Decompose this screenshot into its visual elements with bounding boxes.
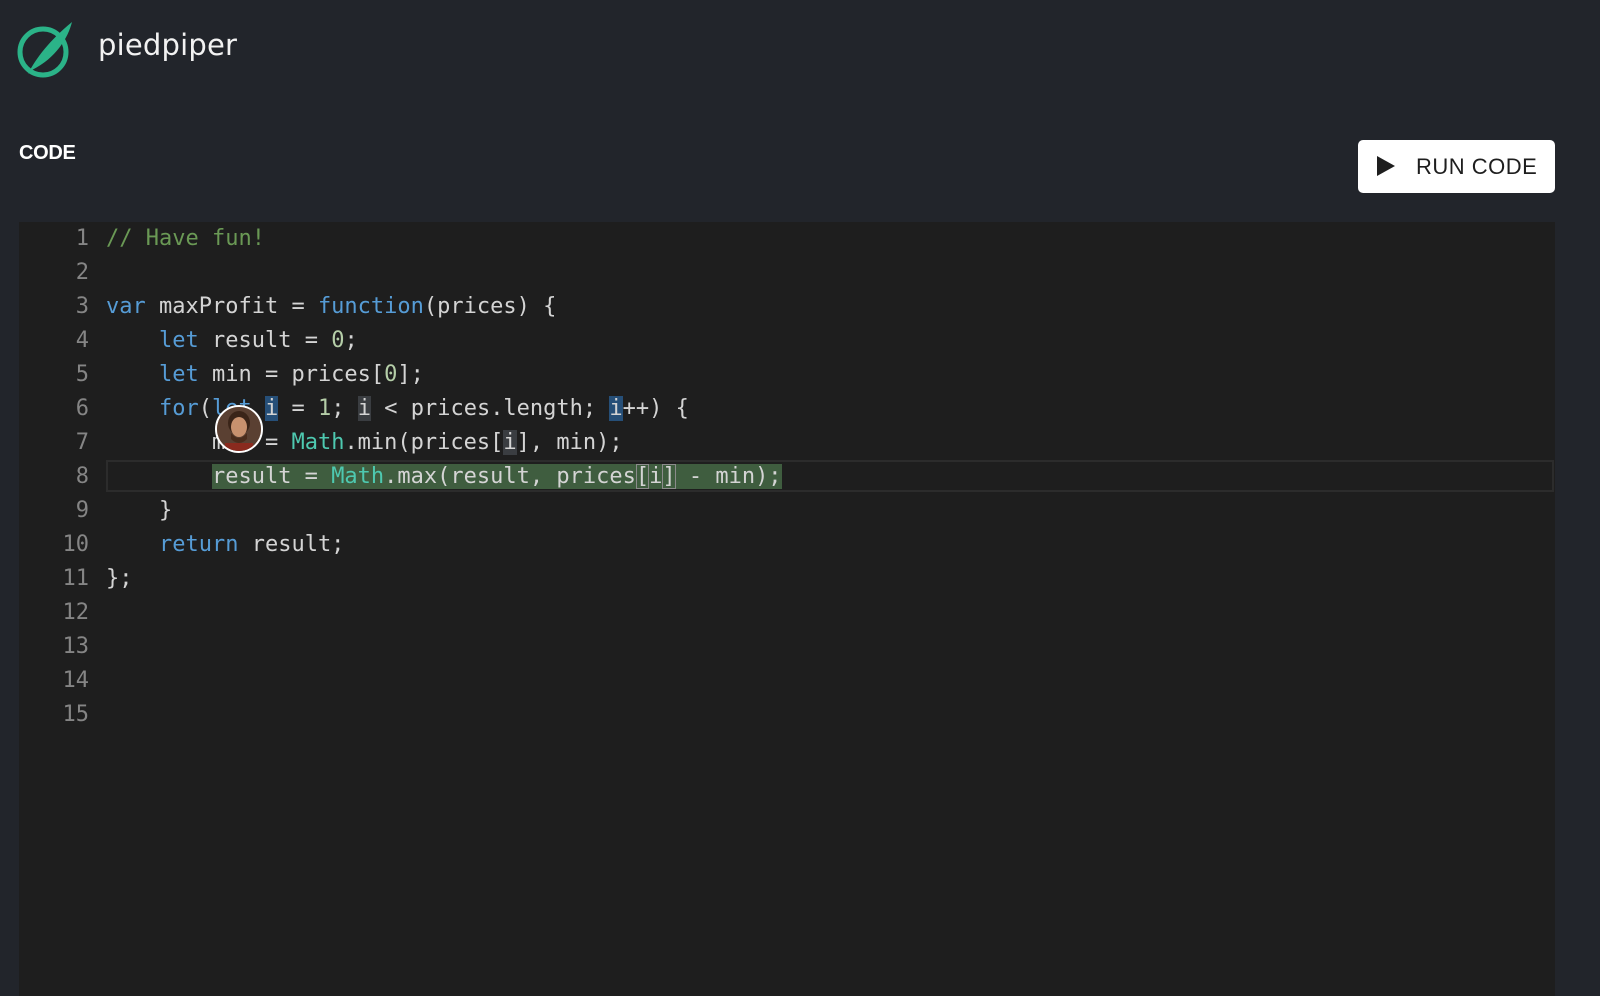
keyword-token: let [158,328,199,353]
code-token: maxProfit = [145,294,318,319]
code-token: result; [238,532,345,557]
code-line-5[interactable]: let min = prices[0]; [106,358,424,392]
code-token: ; [344,328,358,353]
code-token: < prices.length; [370,396,610,421]
code-token: .max(result, prices [384,464,636,489]
line-number: 12 [62,600,90,625]
code-token: - min); [675,464,782,489]
code-token: ], min); [516,430,623,455]
section-title: CODE [19,142,76,164]
code-token: (prices) { [423,294,557,319]
line-number: 8 [75,464,89,489]
code-token: = [278,396,318,421]
code-token: }; [106,566,133,591]
app-header: piedpiper [0,0,1600,100]
code-line-4[interactable]: let result = 0; [106,324,358,358]
keyword-token: return [158,532,239,557]
code-line-1[interactable]: // Have fun! [106,222,265,256]
keyword-token: for [158,396,199,421]
line-number: 9 [75,498,89,523]
code-token: i [649,464,663,489]
line-number: 4 [75,328,89,353]
keyword-token: let [158,362,199,387]
code-line-9[interactable]: } [106,494,172,528]
collaborator-avatar[interactable] [215,405,263,453]
run-code-label: RUN CODE [1416,154,1538,179]
highlighted-identifier: i [609,396,623,421]
matched-bracket: [ [635,464,650,489]
type-token: Math [331,464,385,489]
line-number: 5 [75,362,89,387]
line-number: 7 [75,430,89,455]
code-token: ; [331,396,358,421]
code-token: ++) { [622,396,689,421]
brand-name[interactable]: piedpiper [98,28,237,62]
highlighted-identifier: i [503,430,517,455]
line-number: 6 [75,396,89,421]
matched-bracket: ] [662,464,676,489]
line-number: 2 [75,260,89,285]
line-number: 14 [62,668,90,693]
code-token: result = [211,464,332,489]
code-selection: result = Math.max(result, prices[i] - mi… [211,464,782,489]
code-line-6[interactable]: for(let i = 1; i < prices.length; i++) { [106,392,689,426]
code-line-10[interactable]: return result; [106,528,344,562]
code-token: min = prices[ [198,362,385,387]
number-token: 1 [317,396,332,421]
code-token: .min(prices[ [344,430,504,455]
code-token: result = [198,328,332,353]
piedpiper-logo-icon[interactable] [16,18,74,80]
code-editor[interactable]: 1 2 3 4 5 6 7 8 9 10 11 12 13 14 15 // H… [19,222,1555,996]
code-line-8[interactable]: result = Math.max(result, prices[i] - mi… [106,460,782,494]
user-avatar-icon [217,407,261,451]
play-icon [1377,156,1395,176]
line-number: 3 [75,294,89,319]
number-token: 0 [331,328,345,353]
line-number: 10 [62,532,90,557]
code-token: ( [198,396,212,421]
code-line-3[interactable]: var maxProfit = function(prices) { [106,290,556,324]
highlighted-identifier: i [264,396,279,421]
highlighted-identifier: i [357,396,371,421]
code-line-7[interactable]: min = Math.min(prices[i], min); [106,426,623,460]
code-token: ]; [397,362,424,387]
line-number: 15 [62,702,90,727]
number-token: 0 [384,362,398,387]
line-number: 11 [62,566,90,591]
run-code-button[interactable]: RUN CODE [1358,140,1555,193]
comment-token: // Have fun! [106,226,265,251]
code-token: } [106,498,173,523]
code-line-11[interactable]: }; [106,562,133,596]
type-token: Math [291,430,345,455]
keyword-token: function [317,294,424,319]
line-number: 1 [75,226,89,251]
keyword-token: var [106,294,146,319]
line-number: 13 [62,634,90,659]
